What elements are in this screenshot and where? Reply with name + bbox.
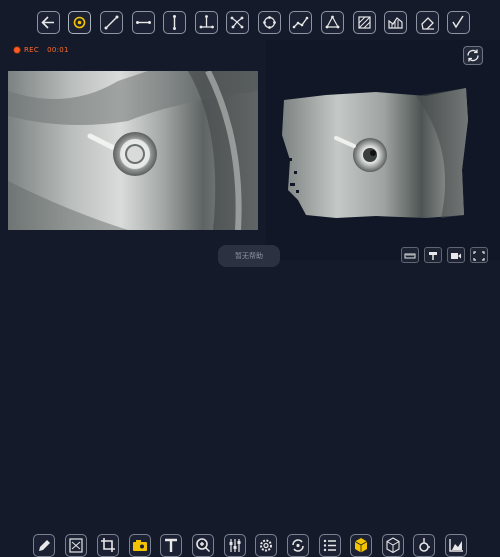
rec-label: REC <box>24 46 40 54</box>
help-toast: 暂无帮助 <box>218 245 280 267</box>
confirm-button[interactable] <box>447 11 470 34</box>
camera-image <box>8 71 258 230</box>
toast-text: 暂无帮助 <box>235 252 263 260</box>
sliders-icon <box>229 539 241 552</box>
checkmark-icon <box>452 15 464 29</box>
top-toolbar <box>0 0 500 40</box>
triangle-button[interactable] <box>321 11 344 34</box>
3d-box-icon <box>386 537 400 554</box>
horizontal-segment-icon <box>136 21 151 24</box>
chart-icon <box>449 539 463 552</box>
crop-button[interactable] <box>97 534 119 557</box>
chart-area-button[interactable] <box>384 11 407 34</box>
list-button[interactable] <box>319 534 341 557</box>
ruler-button[interactable] <box>401 247 419 263</box>
3d-view[interactable] <box>266 40 500 260</box>
multi-point-button[interactable] <box>226 11 249 34</box>
bottom-toolbar <box>0 265 500 557</box>
sync-button[interactable] <box>287 534 309 557</box>
camera-mode-icon <box>133 540 147 551</box>
list-icon <box>323 539 336 552</box>
adjust-button[interactable] <box>224 534 246 557</box>
hatch-area-icon <box>358 16 371 29</box>
probe-button[interactable] <box>413 534 435 557</box>
fullscreen-icon <box>473 251 485 261</box>
ruler-icon <box>404 253 416 259</box>
image-edit-button[interactable] <box>65 534 87 557</box>
paint-button[interactable] <box>424 247 442 263</box>
back-arrow-icon <box>41 16 54 29</box>
zoom-button[interactable] <box>192 534 214 557</box>
pencil-icon <box>39 540 50 551</box>
vertical-segment-icon <box>173 15 176 30</box>
text-tool-button[interactable] <box>160 534 182 557</box>
circle-fit-button[interactable] <box>258 11 281 34</box>
point-cloud-image <box>282 88 468 218</box>
video-button[interactable] <box>447 247 465 263</box>
polyline-icon <box>292 16 309 29</box>
polyline-button[interactable] <box>289 11 312 34</box>
back-button[interactable] <box>37 11 60 34</box>
paint-roller-icon <box>429 252 437 260</box>
video-camera-icon <box>451 253 461 259</box>
settings-icon <box>260 539 272 552</box>
line-tool-button[interactable] <box>100 11 123 34</box>
line-icon <box>104 15 119 30</box>
eraser-button[interactable] <box>416 11 439 34</box>
multi-point-icon <box>230 16 244 29</box>
recording-indicator: REC 00:01 <box>14 45 69 55</box>
camera-view[interactable] <box>8 71 258 230</box>
triangle-icon <box>325 15 340 29</box>
eraser-icon <box>421 17 434 30</box>
rec-time: 00:01 <box>47 46 69 54</box>
refresh-icon <box>467 49 479 62</box>
3d-box-button[interactable] <box>382 534 404 557</box>
point-tool-button[interactable] <box>68 11 91 34</box>
sync-icon <box>292 539 304 552</box>
vertical-segment-button[interactable] <box>163 11 186 34</box>
fullscreen-button[interactable] <box>470 247 488 263</box>
probe-icon <box>419 538 430 552</box>
image-edit-icon <box>69 538 83 553</box>
refresh-button[interactable] <box>463 46 483 65</box>
crop-icon <box>101 538 115 552</box>
camera-mode-button[interactable] <box>129 534 151 557</box>
chart-area-icon <box>388 17 403 29</box>
zoom-icon <box>196 538 211 553</box>
cube-icon <box>354 538 368 553</box>
angle-tool-button[interactable] <box>195 11 218 34</box>
cube-button[interactable] <box>350 534 372 557</box>
chart-button[interactable] <box>445 534 467 557</box>
record-dot-icon <box>14 47 20 53</box>
hatch-area-button[interactable] <box>353 11 376 34</box>
pencil-button[interactable] <box>33 534 55 557</box>
angle-icon <box>199 15 214 29</box>
settings-button[interactable] <box>255 534 277 557</box>
point-icon <box>73 16 86 29</box>
circle-fit-icon <box>263 16 276 29</box>
text-icon <box>165 538 177 552</box>
horizontal-segment-button[interactable] <box>132 11 155 34</box>
